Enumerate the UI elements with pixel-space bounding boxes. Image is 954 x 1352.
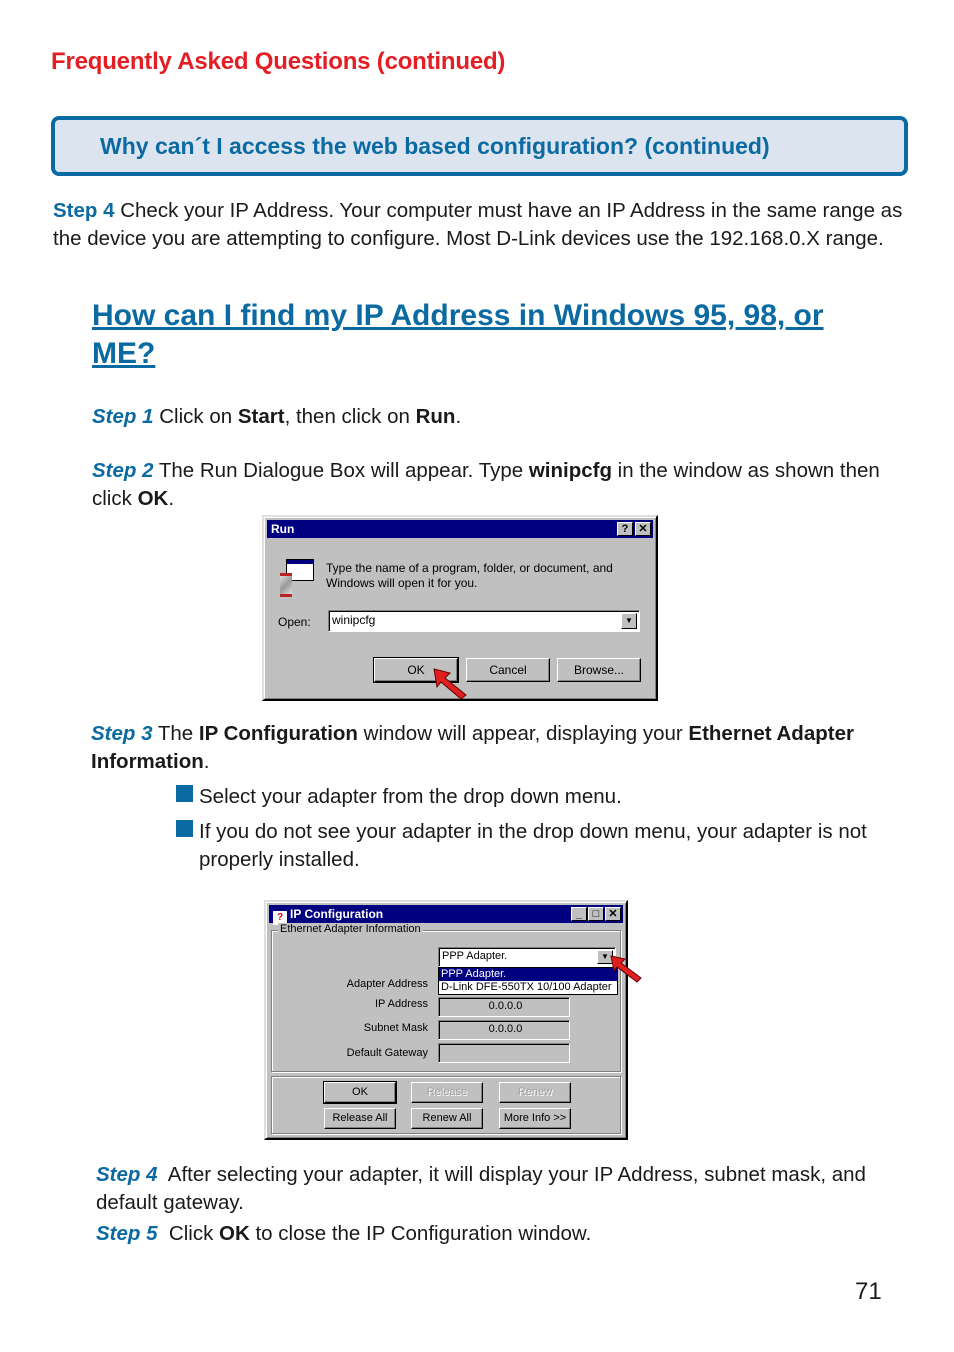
step-text: .	[168, 487, 175, 510]
open-input[interactable]: winipcfg ▼	[328, 610, 640, 632]
section-title: Frequently Asked Questions (continued)	[51, 48, 506, 75]
dropdown-option[interactable]: PPP Adapter.	[439, 968, 617, 981]
close-button[interactable]: ✕	[635, 522, 651, 536]
step-text: The Run Dialogue Box will appear. Type	[153, 459, 529, 482]
step-text: , then click on	[284, 405, 416, 428]
renew-all-button[interactable]: Renew All	[411, 1108, 483, 1129]
step-label: Step 4	[96, 1163, 158, 1186]
keyword: IP Configuration	[198, 722, 358, 745]
step-text: Check your IP Address. Your computer mus…	[53, 199, 903, 250]
run-prompt: Type the name of a program, folder, or d…	[326, 561, 613, 590]
page-number: 71	[855, 1278, 882, 1305]
minimize-button[interactable]: _	[571, 907, 587, 921]
group-title: Ethernet Adapter Information	[278, 923, 423, 935]
adapter-select-value: PPP Adapter.	[442, 950, 508, 962]
step-text: The	[152, 722, 199, 745]
field-label: Subnet Mask	[363, 1022, 428, 1034]
step-label: Step 5	[96, 1222, 158, 1245]
step-text: Click on	[153, 405, 238, 428]
section-heading[interactable]: How can I find my IP Address in Windows …	[92, 297, 872, 373]
open-label-text: Open:	[278, 615, 311, 629]
subnet-mask-field: 0.0.0.0	[438, 1020, 570, 1040]
run-title: Run	[271, 522, 295, 536]
browse-button[interactable]: Browse...	[557, 658, 641, 682]
step-text: window will appear, displaying your	[357, 722, 689, 745]
pointer-arrow-icon	[433, 668, 467, 700]
run-dialog: Run ? ✕ Type the name of a program, fold…	[262, 515, 658, 701]
field-label: Adapter Address	[346, 978, 428, 990]
cancel-button[interactable]: Cancel	[466, 658, 550, 682]
bullet-item: Select your adapter from the drop down m…	[199, 785, 622, 808]
step-label: Step 1	[92, 405, 154, 428]
adapter-dropdown-list: PPP Adapter. D-Link DFE-550TX 10/100 Ada…	[438, 967, 618, 995]
dropdown-option[interactable]: D-Link DFE-550TX 10/100 Adapter	[439, 981, 617, 994]
run-titlebar: Run ? ✕	[267, 520, 653, 538]
maximize-button[interactable]: □	[588, 907, 604, 921]
step-text: to close the IP Configuration window.	[249, 1222, 592, 1245]
ipconfig-titlebar: ? IP Configuration _ □ ✕	[269, 905, 623, 925]
more-info-button[interactable]: More Info >>	[499, 1108, 571, 1129]
field-label: IP Address	[375, 998, 428, 1010]
close-button[interactable]: ✕	[605, 907, 621, 921]
question-text: Why can´t I access the web based configu…	[100, 133, 770, 159]
step-text: .	[455, 405, 462, 428]
bullet-square-icon	[176, 820, 193, 837]
intro-step-paragraph: Step 4 Check your IP Address. Your compu…	[53, 197, 913, 253]
keyword: OK	[137, 487, 169, 510]
step1-paragraph: Step 1 Click on Start, then click on Run…	[92, 403, 912, 431]
step-text: Click	[157, 1222, 220, 1245]
keyword: OK	[219, 1222, 250, 1245]
run-program-icon	[278, 559, 318, 599]
step4-paragraph: Step 4 After selecting your adapter, it …	[96, 1161, 896, 1217]
release-all-button[interactable]: Release All	[324, 1108, 396, 1129]
question-box: Why can´t I access the web based configu…	[51, 116, 908, 176]
open-input-value: winipcfg	[332, 613, 376, 627]
step-label: Step 4	[53, 199, 115, 222]
bullet-item: If you do not see your adapter in the dr…	[199, 820, 867, 871]
ip-config-window: ? IP Configuration _ □ ✕ Ethernet Adapter…	[264, 900, 642, 1140]
pointer-arrow-icon	[610, 955, 642, 983]
keyword: winipcfg	[528, 459, 612, 482]
adapter-select[interactable]: PPP Adapter. ▼	[438, 947, 616, 967]
keyword: Run	[415, 405, 456, 428]
renew-button[interactable]: Renew	[499, 1082, 571, 1103]
field-label: Default Gateway	[346, 1047, 428, 1059]
step-label: Step 3	[91, 722, 153, 745]
ok-button[interactable]: OK	[323, 1081, 397, 1104]
default-gateway-field	[438, 1043, 570, 1063]
step3-paragraph: Step 3 The IP Configuration window will …	[91, 720, 911, 776]
step2-paragraph: Step 2 The Run Dialogue Box will appear.…	[92, 457, 912, 513]
keyword: Start	[237, 405, 285, 428]
bullet-square-icon	[176, 785, 193, 802]
open-label: Open:	[278, 615, 311, 629]
step5-paragraph: Step 5 Click OK to close the IP Configur…	[96, 1220, 896, 1248]
step-text: .	[203, 750, 210, 773]
step-label: Step 2	[92, 459, 154, 482]
release-button[interactable]: Release	[411, 1082, 483, 1103]
chevron-down-icon[interactable]: ▼	[621, 613, 637, 629]
ip-address-field: 0.0.0.0	[438, 997, 570, 1017]
help-button[interactable]: ?	[617, 522, 633, 536]
step-text: After selecting your adapter, it will di…	[96, 1163, 872, 1214]
ipconfig-title: IP Configuration	[290, 907, 384, 921]
